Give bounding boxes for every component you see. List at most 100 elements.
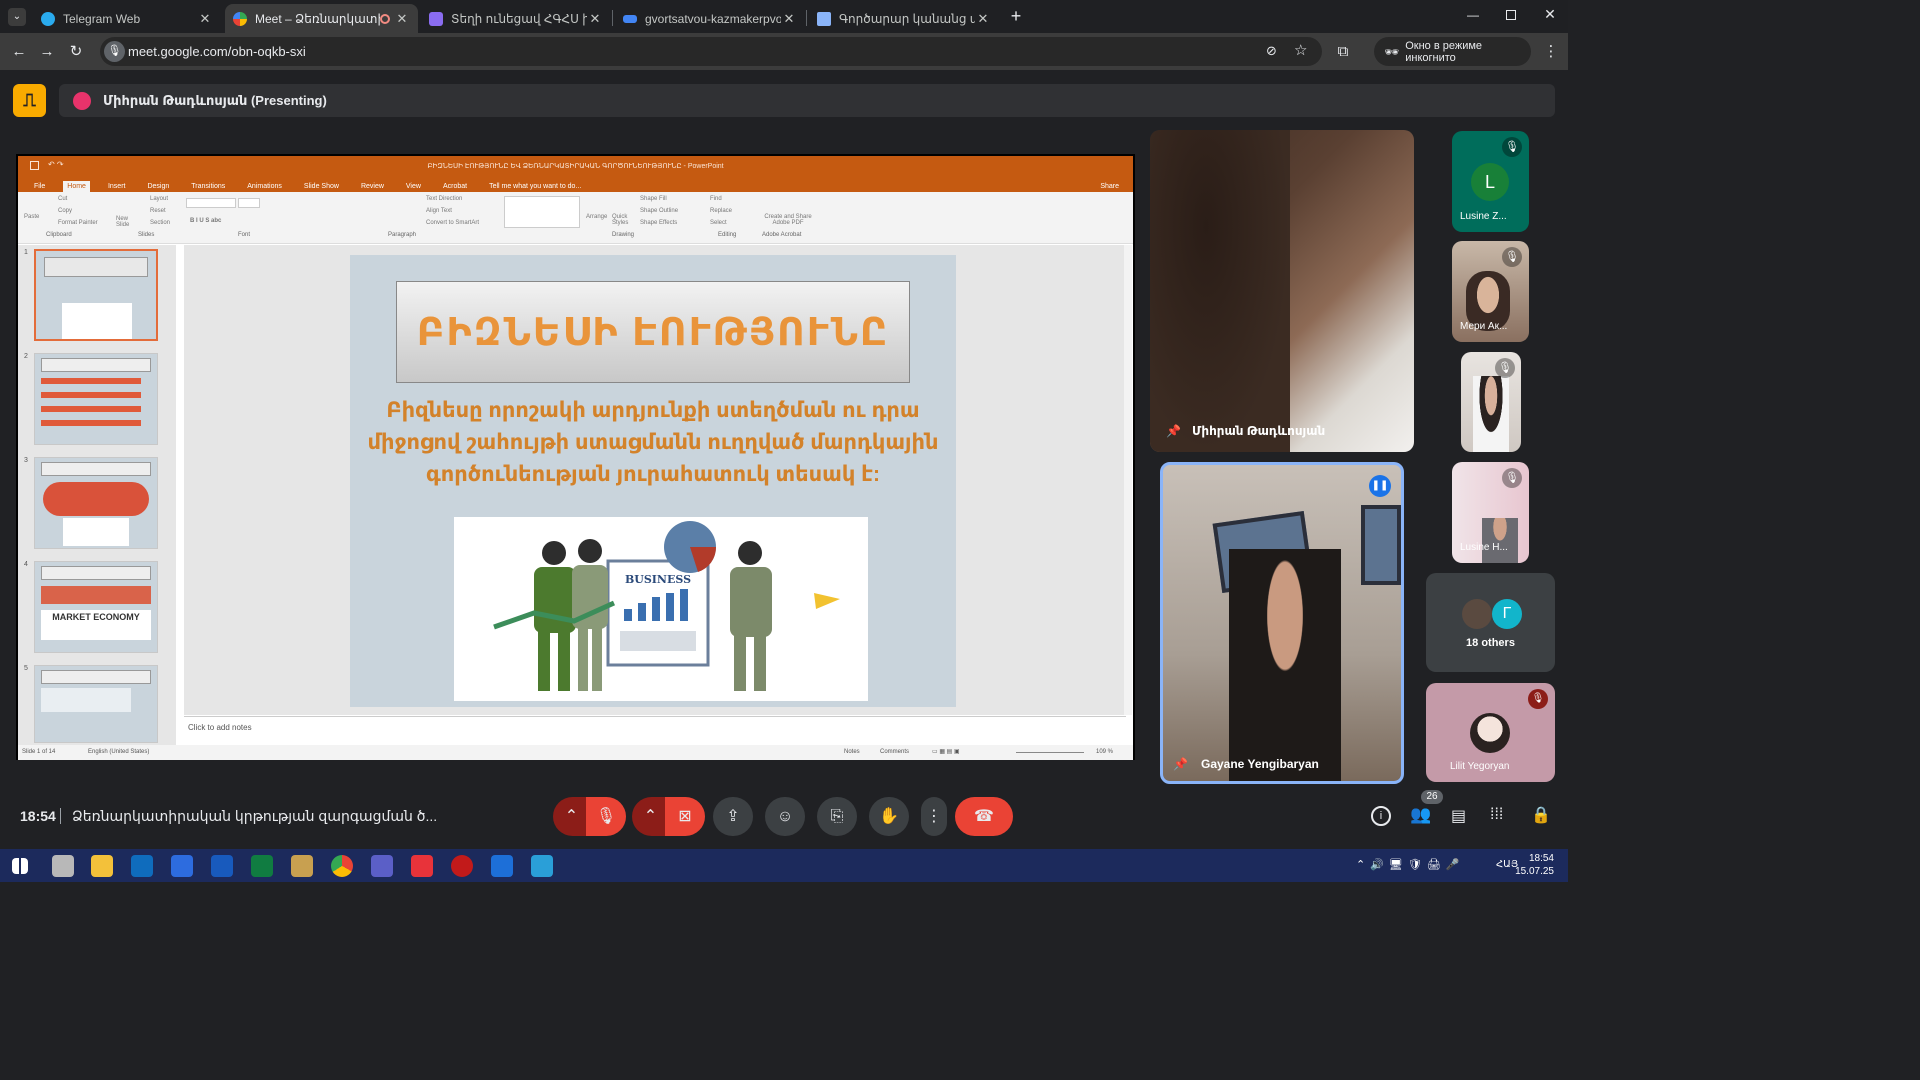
notes-toggle[interactable]: Notes: [844, 745, 860, 760]
new-slide-button[interactable]: New Slide: [116, 216, 136, 228]
menu-design[interactable]: Design: [143, 181, 173, 192]
slide-thumbnail[interactable]: [34, 457, 158, 549]
leave-call-button[interactable]: ☎: [955, 797, 1013, 836]
close-icon[interactable]: ✕: [197, 11, 213, 27]
zoom-slider[interactable]: [1016, 752, 1084, 753]
tab-meet[interactable]: Meet – Ձեռնարկատիրակ ✕: [225, 4, 418, 33]
restore-icon[interactable]: [1506, 10, 1516, 20]
teams-icon[interactable]: [371, 855, 393, 877]
menu-slide-show[interactable]: Slide Show: [300, 181, 343, 192]
font-size-select[interactable]: [238, 198, 260, 208]
comments-toggle[interactable]: Comments: [880, 745, 909, 760]
slide-editing-area[interactable]: ԲԻԶՆԵՍԻ ԷՈՒԹՅՈՒՆԸ Բիզնեսը որոշակի արդյու…: [184, 245, 1126, 715]
menu-view[interactable]: View: [402, 181, 425, 192]
create-pdf-button[interactable]: Create and Share Adobe PDF: [760, 214, 816, 226]
app-icon[interactable]: [531, 855, 553, 877]
bookmark-star-icon[interactable]: ☆: [1294, 41, 1307, 59]
extensions-icon[interactable]: ⧉: [1332, 41, 1354, 63]
tab-club[interactable]: Գործարար կանանց ակումբ ✕: [809, 4, 999, 33]
paste-button[interactable]: Paste: [24, 214, 39, 220]
close-icon[interactable]: ✕: [394, 11, 410, 27]
quick-styles-button[interactable]: Quick Styles: [612, 214, 632, 226]
tab-proton[interactable]: Տեղի ունեցավ ՀԳՀՍ խորհրդ ✕: [421, 4, 611, 33]
activities-icon[interactable]: ⁞⁞⁞: [1490, 806, 1503, 824]
incognito-chip[interactable]: 🕶 Окно в режиме инкогнито: [1374, 37, 1531, 66]
vertical-scrollbar[interactable]: [1124, 245, 1132, 715]
eye-off-icon[interactable]: ⊘: [1266, 43, 1277, 59]
system-tray-icons[interactable]: ⌃🔊🖥🛡🖨🎤: [1356, 858, 1465, 871]
file-explorer-icon[interactable]: [91, 855, 113, 877]
font-family-select[interactable]: [186, 198, 236, 208]
convert-smartart-button[interactable]: Convert to SmartArt: [426, 220, 479, 226]
reload-icon[interactable]: ↻: [65, 41, 87, 63]
text-direction-button[interactable]: Text Direction: [426, 196, 462, 202]
presentation-icon[interactable]: ⎍: [13, 84, 46, 117]
clock-tray[interactable]: 18:54 15.07.25: [1515, 852, 1554, 878]
slide-body-text[interactable]: Բիզնեսը որոշակի արդյունքի ստեղծման ու դր…: [364, 395, 942, 491]
format-painter-button[interactable]: Format Painter: [58, 220, 98, 226]
select-button[interactable]: Select: [710, 220, 727, 226]
slide-thumbnail[interactable]: [34, 353, 158, 445]
copy-button[interactable]: Copy: [58, 208, 72, 214]
slide-thumbnail[interactable]: [34, 665, 158, 743]
save-icon[interactable]: [30, 161, 39, 170]
host-controls-icon[interactable]: 🔒: [1531, 805, 1551, 825]
layout-button[interactable]: Layout: [150, 196, 168, 202]
kebab-menu-icon[interactable]: ⋮: [1540, 41, 1562, 63]
shape-effects-button[interactable]: Shape Effects: [640, 220, 677, 226]
reset-button[interactable]: Reset: [150, 208, 166, 214]
back-arrow-icon[interactable]: ←: [8, 41, 30, 63]
replace-button[interactable]: Replace: [710, 208, 732, 214]
menu-animations[interactable]: Animations: [243, 181, 286, 192]
cut-button[interactable]: Cut: [58, 196, 67, 202]
zoom-level[interactable]: 109 %: [1096, 745, 1113, 760]
audio-options-button[interactable]: ⌃: [553, 797, 590, 836]
view-buttons[interactable]: ▭ ▦ ▤ ▣: [932, 745, 960, 760]
meeting-info-icon[interactable]: i: [1371, 806, 1391, 826]
arrange-button[interactable]: Arrange: [586, 214, 607, 220]
menu-review[interactable]: Review: [357, 181, 388, 192]
windows-start-icon[interactable]: [12, 858, 28, 874]
slide-thumbnail[interactable]: MARKET ECONOMY: [34, 561, 158, 653]
video-options-button[interactable]: ⌃: [632, 797, 669, 836]
bold-italic-underline[interactable]: B I U S abc: [190, 218, 221, 224]
align-text-button[interactable]: Align Text: [426, 208, 452, 214]
excel-icon[interactable]: [251, 855, 273, 877]
current-slide[interactable]: ԲԻԶՆԵՍԻ ԷՈՒԹՅՈՒՆԸ Բիզնեսը որոշակի արդյու…: [350, 255, 956, 707]
present-screen-button[interactable]: ⇪: [713, 797, 753, 836]
language-status[interactable]: English (United States): [88, 745, 149, 760]
close-window-icon[interactable]: ✕: [1543, 6, 1557, 22]
chrome-icon[interactable]: [331, 855, 353, 877]
outlook-icon[interactable]: [131, 855, 153, 877]
menu-acrobat[interactable]: Acrobat: [439, 181, 471, 192]
section-button[interactable]: Section: [150, 220, 170, 226]
close-icon[interactable]: ✕: [975, 11, 991, 27]
raise-hand-button[interactable]: ✋: [869, 797, 909, 836]
tab-telegram[interactable]: Telegram Web ✕: [33, 4, 221, 33]
close-icon[interactable]: ✕: [781, 11, 797, 27]
participant-tile-speaker[interactable]: ❚❚ 📌 Gayane Yengibaryan: [1160, 462, 1404, 784]
anydesk-icon[interactable]: [411, 855, 433, 877]
notes-pane[interactable]: Click to add notes: [184, 716, 1126, 744]
participant-tile[interactable]: 🎙 Lilit Yegoryan: [1426, 683, 1555, 782]
undo-icon[interactable]: ↶ ↷: [48, 160, 64, 169]
reactions-button[interactable]: ☺: [765, 797, 805, 836]
shapes-gallery[interactable]: [504, 196, 580, 228]
tab-list-chevron-icon[interactable]: ⌄: [8, 8, 26, 26]
menu-home[interactable]: Home: [63, 181, 90, 192]
microphone-site-icon[interactable]: 🎙: [104, 41, 125, 62]
participant-tile[interactable]: 🎙 Мери Ак...: [1452, 241, 1529, 342]
chat-icon[interactable]: ▤: [1451, 806, 1466, 826]
slide-thumbnail-pane[interactable]: 1 2 3 4 MARKET ECONOMY 5: [18, 245, 176, 745]
pin-icon[interactable]: 📌: [1166, 424, 1181, 438]
share-button[interactable]: Share: [1096, 181, 1123, 192]
more-options-button[interactable]: ⋮: [921, 797, 947, 836]
tell-me-search[interactable]: Tell me what you want to do...: [485, 181, 585, 192]
paint-icon[interactable]: [291, 855, 313, 877]
participant-tile[interactable]: 🎙 Lusine H...: [1452, 462, 1529, 563]
others-tile[interactable]: Г 18 others: [1426, 573, 1555, 672]
slide-title-box[interactable]: ԲԻԶՆԵՍԻ ԷՈՒԹՅՈՒՆԸ: [396, 281, 910, 383]
pin-icon[interactable]: 📌: [1173, 757, 1188, 771]
shape-outline-button[interactable]: Shape Outline: [640, 208, 678, 214]
recorder-icon[interactable]: [451, 855, 473, 877]
